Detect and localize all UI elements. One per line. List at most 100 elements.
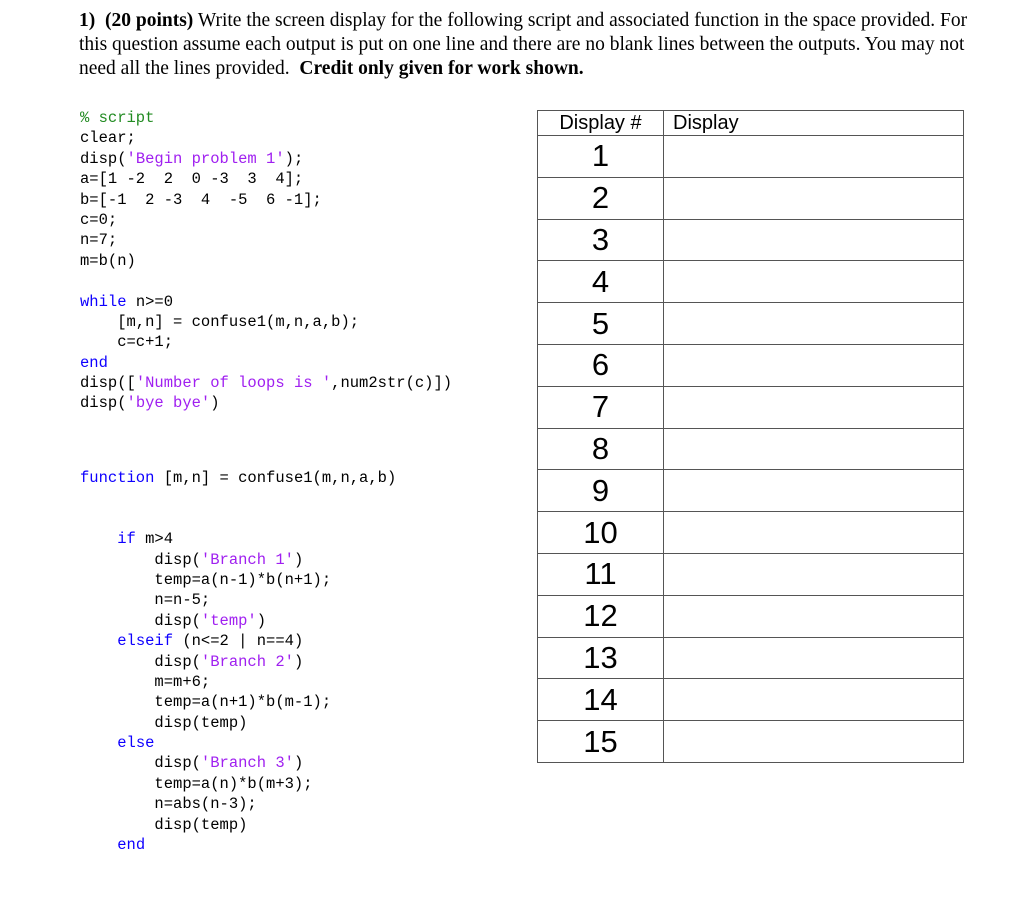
question-emphasis: Credit only given for work shown.	[299, 58, 584, 79]
code-line: a=[1 -2 2 0 -3 3 4];	[80, 169, 452, 189]
code-text: disp(	[80, 652, 201, 671]
code-text: n=n-5;	[80, 591, 211, 610]
code-keyword: end	[80, 353, 108, 372]
display-number-cell: 8	[537, 427, 664, 471]
code-string: 'temp'	[200, 611, 257, 630]
code-text: disp(	[80, 611, 201, 630]
answer-row: 3	[537, 218, 964, 262]
code-text: m=m+6;	[80, 672, 211, 691]
answer-table-header: Display # Display	[537, 110, 964, 136]
code-line: m=b(n)	[80, 251, 452, 271]
code-text: disp(	[80, 149, 127, 168]
code-line: m=m+6;	[80, 672, 396, 692]
code-line: while n>=0	[80, 292, 452, 312]
code-text: )	[293, 754, 304, 773]
answer-row: 11	[537, 552, 964, 596]
code-line: % script	[80, 108, 452, 128]
code-comment: % script	[80, 109, 155, 127]
code-line: disp(temp)	[80, 815, 396, 835]
answer-row: 7	[537, 385, 964, 429]
code-line: clear;	[80, 128, 452, 148]
answer-row: 1	[537, 135, 964, 178]
code-text: n=7;	[80, 231, 118, 250]
display-answer-cell[interactable]	[663, 176, 964, 220]
display-answer-cell[interactable]	[663, 552, 964, 596]
code-text: c=0;	[80, 210, 118, 229]
code-line: n=abs(n-3);	[80, 794, 396, 814]
display-number-cell: 6	[537, 343, 664, 387]
display-answer-cell[interactable]	[663, 720, 964, 763]
code-line: end	[80, 835, 396, 855]
code-line: c=c+1;	[80, 332, 452, 352]
display-answer-cell[interactable]	[663, 302, 964, 345]
code-line: disp('Branch 2')	[80, 652, 396, 672]
code-line: function [m,n] = confuse1(m,n,a,b)	[80, 468, 396, 488]
code-line: disp(['Number of loops is ',num2str(c)])	[80, 373, 452, 393]
code-string: 'Branch 2'	[200, 652, 294, 671]
code-text: [m,n] = confuse1(m,n,a,b);	[80, 312, 360, 331]
code-line: disp('Branch 1')	[80, 550, 396, 570]
display-number-cell: 9	[537, 469, 664, 513]
display-answer-cell[interactable]	[663, 511, 964, 554]
code-line: disp('bye bye')	[80, 393, 452, 413]
code-text: m=b(n)	[80, 251, 136, 270]
display-answer-cell[interactable]	[663, 594, 964, 638]
display-answer-cell[interactable]	[663, 385, 964, 429]
answer-row: 6	[537, 343, 964, 387]
code-text: b=[-1 2 -3 4 -5 6 -1];	[80, 190, 322, 209]
display-answer-cell[interactable]	[663, 427, 964, 471]
answer-row: 8	[537, 427, 964, 471]
header-display: Display	[663, 110, 964, 136]
code-line: temp=a(n+1)*b(m-1);	[80, 692, 396, 712]
header-display-number: Display #	[537, 110, 664, 136]
code-line: n=n-5;	[80, 590, 396, 610]
answer-row: 15	[537, 720, 964, 763]
code-string: 'bye bye'	[126, 394, 211, 413]
code-text: )	[293, 550, 304, 569]
question-points: (20 points)	[105, 10, 194, 31]
code-text: n>=0	[126, 292, 174, 311]
display-answer-cell[interactable]	[663, 260, 964, 304]
display-answer-cell[interactable]	[663, 218, 964, 262]
display-number-cell: 3	[537, 218, 664, 262]
code-text: disp([	[80, 374, 136, 393]
code-text: disp(temp)	[80, 713, 248, 732]
answer-row: 9	[537, 469, 964, 513]
display-number-cell: 2	[537, 176, 664, 220]
display-number-cell: 12	[537, 594, 664, 638]
code-text: c=c+1;	[80, 333, 174, 352]
code-string: 'Number of loops is '	[135, 374, 332, 393]
code-line: disp('Branch 3')	[80, 753, 396, 773]
code-text: temp=a(n)*b(m+3);	[80, 774, 313, 793]
answer-row: 5	[537, 302, 964, 345]
display-answer-cell[interactable]	[663, 678, 964, 722]
code-string: 'Branch 1'	[200, 550, 294, 569]
display-answer-cell[interactable]	[663, 135, 964, 178]
code-text: disp(temp)	[80, 815, 248, 834]
code-text: clear;	[80, 129, 136, 148]
function-code-block: function [m,n] = confuse1(m,n,a,b) if m>…	[80, 468, 396, 855]
code-line: temp=a(n-1)*b(n+1);	[80, 570, 396, 590]
code-text: )	[293, 652, 304, 671]
display-answer-cell[interactable]	[663, 343, 964, 387]
display-number-cell: 13	[537, 636, 664, 680]
display-number-cell: 4	[537, 260, 664, 304]
answer-row: 2	[537, 176, 964, 220]
code-keyword: function	[80, 469, 155, 487]
display-number-cell: 5	[537, 302, 664, 345]
display-answer-cell[interactable]	[663, 469, 964, 513]
display-number-cell: 7	[537, 385, 664, 429]
answer-row: 14	[537, 678, 964, 722]
script-code-block: % script clear; disp('Begin problem 1'); a=…	[80, 108, 452, 414]
code-line: disp('temp')	[80, 611, 396, 631]
code-keyword: else	[117, 734, 155, 753]
code-text: a=[1 -2 2 0 -3 3 4];	[80, 170, 304, 189]
display-number-cell: 11	[537, 552, 664, 596]
code-line: n=7;	[80, 230, 452, 250]
display-answer-cell[interactable]	[663, 636, 964, 680]
code-text: temp=a(n-1)*b(n+1);	[80, 570, 332, 589]
code-line: c=0;	[80, 210, 452, 230]
